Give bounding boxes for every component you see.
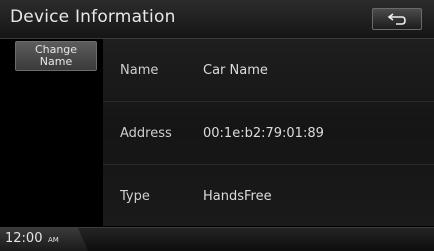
left-panel: Change Name (0, 39, 100, 226)
device-info-panel: Name Car Name Address 00:1e:b2:79:01:89 … (103, 39, 434, 226)
title-bar: Device Information (0, 0, 434, 39)
name-label: Name (120, 63, 159, 78)
back-button[interactable] (372, 8, 422, 30)
type-label: Type (120, 189, 150, 204)
status-bar: 12:00 AM (0, 227, 434, 251)
type-value: HandsFree (203, 189, 272, 204)
change-name-button[interactable]: Change Name (15, 41, 97, 71)
page-title: Device Information (10, 7, 176, 27)
change-name-label: Change Name (34, 43, 78, 68)
address-label: Address (120, 126, 172, 141)
clock[interactable]: 12:00 AM (0, 228, 88, 251)
clock-ampm: AM (48, 236, 59, 244)
info-row-type: Type HandsFree (103, 164, 434, 227)
address-value: 00:1e:b2:79:01:89 (203, 126, 324, 141)
back-arrow-icon (387, 13, 406, 25)
name-value: Car Name (203, 63, 268, 78)
clock-time: 12:00 (5, 231, 43, 246)
info-row-address: Address 00:1e:b2:79:01:89 (103, 101, 434, 164)
device-information-screen: Device Information Change Name Name Car … (0, 0, 434, 251)
info-row-name: Name Car Name (103, 39, 434, 101)
